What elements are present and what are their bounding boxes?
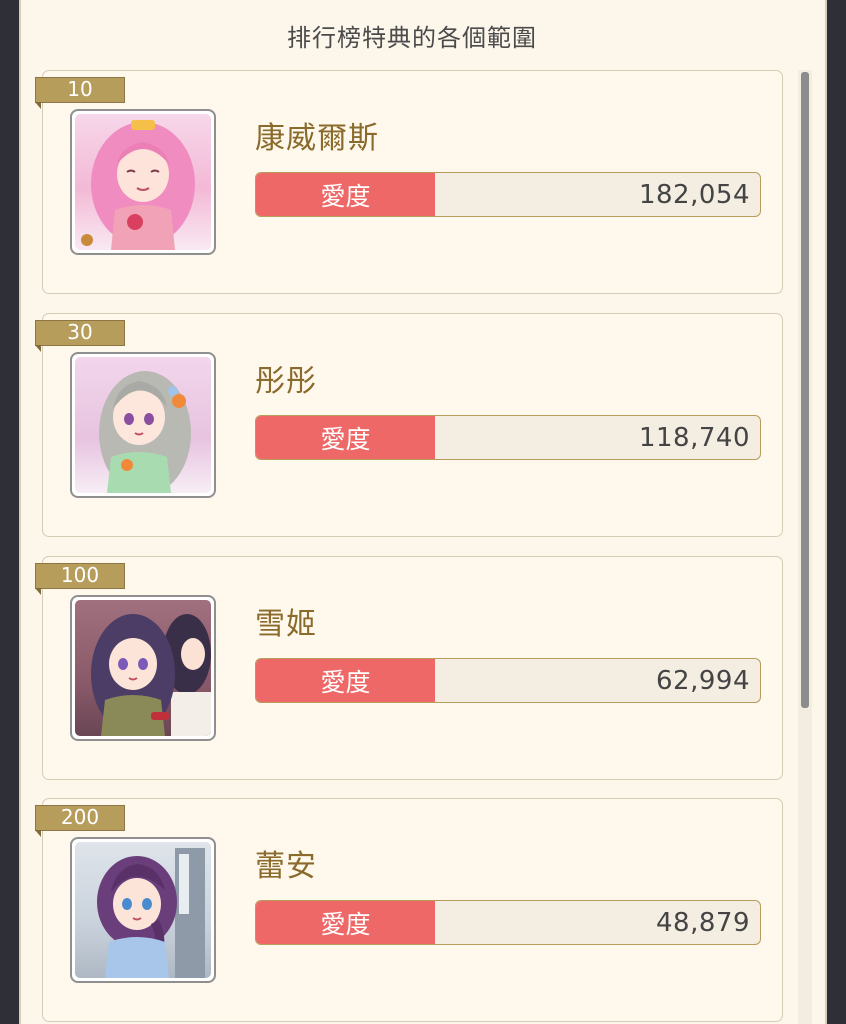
scrollbar-thumb[interactable]	[801, 72, 809, 708]
character-portrait-icon	[81, 120, 195, 250]
affection-stat-bar: 愛度 48,879	[255, 900, 761, 945]
character-portrait-icon	[91, 614, 211, 736]
ranking-card[interactable]: 30 彤彤 愛度 118,740	[34, 313, 783, 537]
affection-value: 48,879	[656, 907, 750, 938]
affection-stat-bar: 愛度 62,994	[255, 658, 761, 703]
affection-stat-bar: 愛度 118,740	[255, 415, 761, 460]
avatar[interactable]	[70, 595, 216, 741]
ranking-rewards-panel: 排行榜特典的各個範圍 10 康威爾斯 愛度 182,054 30 彤彤 愛度 1…	[19, 0, 827, 1024]
ranking-card[interactable]: 100 雪姬 愛度 62,994	[34, 556, 783, 780]
avatar[interactable]	[70, 837, 216, 983]
scrollbar[interactable]	[798, 70, 812, 1024]
rank-badge: 200	[34, 805, 125, 837]
avatar[interactable]	[70, 109, 216, 255]
affection-label: 愛度	[256, 901, 435, 944]
character-portrait-icon	[99, 371, 191, 493]
character-name: 彤彤	[255, 364, 317, 399]
character-portrait-icon	[97, 848, 205, 978]
affection-value: 62,994	[656, 665, 750, 696]
rank-badge: 100	[34, 563, 125, 595]
ranking-card[interactable]: 200 蕾安 愛度 48,879	[34, 798, 783, 1022]
affection-value: 118,740	[638, 422, 750, 453]
affection-label: 愛度	[256, 659, 435, 702]
affection-stat-bar: 愛度 182,054	[255, 172, 761, 217]
affection-label: 愛度	[256, 173, 435, 216]
affection-label: 愛度	[256, 416, 435, 459]
character-name: 雪姬	[255, 607, 317, 642]
character-name: 康威爾斯	[255, 121, 379, 156]
rank-badge: 30	[34, 320, 125, 352]
affection-value: 182,054	[638, 179, 750, 210]
rank-badge: 10	[34, 77, 125, 109]
ranking-card[interactable]: 10 康威爾斯 愛度 182,054	[34, 70, 783, 294]
avatar[interactable]	[70, 352, 216, 498]
page-title: 排行榜特典的各個範圍	[287, 24, 537, 52]
character-name: 蕾安	[255, 849, 317, 884]
